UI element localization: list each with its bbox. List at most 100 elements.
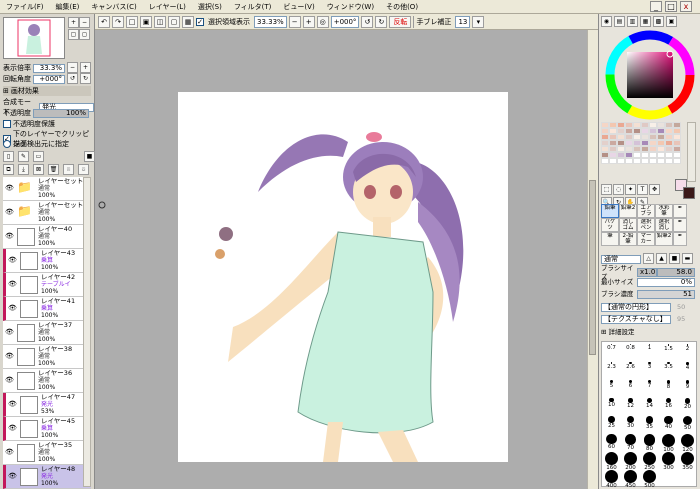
canvas-edge-handle-icon[interactable] <box>98 201 106 209</box>
shape-select[interactable]: 【通常の円形】 <box>601 303 671 312</box>
tool-button[interactable]: 選択ペン <box>637 218 655 232</box>
hsv-slider-icon[interactable]: ▥ <box>627 16 638 27</box>
visibility-eye-icon[interactable]: 👁 <box>5 208 14 217</box>
tool-button[interactable]: 2-鉛筆 <box>619 232 637 246</box>
minimize-button[interactable]: _ <box>650 1 662 12</box>
menu-item-7[interactable]: ウィンドウ(W) <box>321 0 380 14</box>
brush-size-cell[interactable]: 2.3 <box>602 362 621 370</box>
navigator-preview[interactable] <box>3 17 65 59</box>
color-swatch[interactable] <box>649 158 657 164</box>
tool-button[interactable]: バケツ <box>601 218 619 232</box>
nav-rotate-right-icon[interactable]: ↻ <box>80 73 91 84</box>
brush-size-cell[interactable]: 9 <box>678 380 697 390</box>
brush-size-cell[interactable]: 120 <box>678 434 697 453</box>
brush-size-cell[interactable]: 400 <box>602 470 621 489</box>
brush-size-cell[interactable]: 20 <box>678 398 697 410</box>
swatch-icon[interactable]: ▩ <box>653 16 664 27</box>
layer-row[interactable]: 👁 レイヤー41 乗算 100% <box>3 297 91 321</box>
tool-button[interactable]: エアブラシ <box>637 204 655 218</box>
detail-row[interactable]: ⊞ 詳細設定 <box>601 328 697 337</box>
tool-button[interactable]: 鉛筆2 <box>619 204 637 218</box>
merge-down-icon[interactable]: ⤓ <box>18 164 29 175</box>
visibility-eye-icon[interactable]: 👁 <box>5 352 14 361</box>
tool-button[interactable]: 消しゴム <box>619 218 637 232</box>
nav-fit-icon[interactable]: ▢ <box>68 29 79 40</box>
undo-icon[interactable]: ↶ <box>98 15 110 28</box>
texture-select[interactable]: 【テクスチャなし】 <box>601 315 671 324</box>
new-linework-icon[interactable]: ✎ <box>18 151 29 162</box>
color-swatch[interactable] <box>609 158 617 164</box>
color-swatch[interactable] <box>617 158 625 164</box>
tool-button[interactable]: 筆 <box>601 232 619 246</box>
brush-size-cell[interactable]: 160 <box>602 452 621 471</box>
brush-size-cell[interactable]: 100 <box>659 434 678 453</box>
brush-size-cell[interactable]: 10 <box>602 398 621 408</box>
brush-size-cell[interactable]: 1 <box>640 344 659 351</box>
brush-size-cell[interactable]: 7 <box>640 380 659 389</box>
color-swatch[interactable] <box>633 158 641 164</box>
brush-size-cell[interactable]: 80 <box>640 434 659 452</box>
brush-size-cell[interactable]: 450 <box>621 470 640 489</box>
color-swatch[interactable] <box>673 158 681 164</box>
color-wheel-mode-icon[interactable]: ◉ <box>601 16 612 27</box>
menu-item-8[interactable]: その他(O) <box>380 0 424 14</box>
layer-row[interactable]: 👁 レイヤー42 テーブルイ 100% <box>3 273 91 297</box>
copy-layer-icon[interactable]: ⧉ <box>3 164 14 175</box>
paste-layer-icon[interactable]: ⧇ <box>78 164 89 175</box>
nav-zoom-out-icon[interactable]: − <box>79 17 90 28</box>
lock-layer-icon[interactable]: ⧈ <box>63 164 74 175</box>
visibility-eye-icon[interactable]: 👁 <box>5 328 14 337</box>
brush-size-cell[interactable]: 8 <box>659 380 678 390</box>
rotate-left-icon[interactable]: ↺ <box>361 15 374 28</box>
visibility-eye-icon[interactable]: 👁 <box>8 424 17 433</box>
brush-size-cell[interactable]: 70 <box>621 434 640 451</box>
menu-item-4[interactable]: 選択(S) <box>192 0 228 14</box>
lasso-tool-icon[interactable]: ◌ <box>613 184 624 195</box>
brush-size-cell[interactable]: 16 <box>659 398 678 409</box>
brush-size-cell[interactable]: 35 <box>640 416 659 430</box>
tool-button[interactable]: 水彩筆 <box>655 204 673 218</box>
visibility-eye-icon[interactable]: 👁 <box>8 304 17 313</box>
visibility-eye-icon[interactable]: 👁 <box>8 400 17 409</box>
layer-row[interactable]: 👁 レイヤー43 乗算 100% <box>3 249 91 273</box>
nav-zoom-field[interactable]: 33.3% <box>33 63 65 73</box>
brush-size-cell[interactable]: 0.7 <box>602 344 621 351</box>
mixer-icon[interactable]: ▦ <box>640 16 651 27</box>
new-folder-icon[interactable]: ▭ <box>33 151 44 162</box>
text-tool-icon[interactable]: T <box>637 184 648 195</box>
layer-row[interactable]: 👁 レイヤー47 発光 53% <box>3 393 91 417</box>
brush-size-cell[interactable]: 200 <box>621 452 640 471</box>
brush-size-cell[interactable]: 25 <box>602 416 621 429</box>
source-row[interactable]: 描画検出元に指定 <box>3 139 69 149</box>
menu-item-1[interactable]: 編集(E) <box>50 0 86 14</box>
new-canvas-icon[interactable]: ▢ <box>168 15 180 28</box>
tool-extra-icon[interactable]: ✒ <box>673 232 687 246</box>
visibility-eye-icon[interactable]: 👁 <box>8 472 17 481</box>
merge-selection-icon[interactable]: ⊠ <box>33 164 44 175</box>
restore-button[interactable]: □ <box>665 1 677 12</box>
brush-size-cell[interactable]: 50 <box>678 416 697 431</box>
delete-layer-icon[interactable]: 🗑 <box>48 164 59 175</box>
nav-rotate-left-icon[interactable]: ↺ <box>67 73 78 84</box>
invert-selection-icon[interactable]: ◫ <box>154 15 166 28</box>
nav-angle-field[interactable]: +000° <box>33 74 65 84</box>
brush-size-cell[interactable]: 6 <box>621 380 640 389</box>
color-swatch[interactable] <box>641 158 649 164</box>
brush-size-cell[interactable]: 0.8 <box>621 344 640 351</box>
rotate-right-icon[interactable]: ↻ <box>375 15 388 28</box>
brush-size-cell[interactable]: 2 <box>678 344 697 352</box>
new-layer-icon[interactable]: ▯ <box>3 151 14 162</box>
visibility-eye-icon[interactable]: 👁 <box>8 280 17 289</box>
move-tool-icon[interactable]: ✥ <box>649 184 660 195</box>
color-wheel[interactable] <box>605 30 695 120</box>
brush-size-cell[interactable]: 250 <box>640 452 659 471</box>
visibility-eye-icon[interactable]: 👁 <box>5 232 14 241</box>
brush-size-cell[interactable]: 2.6 <box>621 362 640 370</box>
brush-size-cell[interactable]: 30 <box>621 416 640 429</box>
effects-header[interactable]: ⊞ 画材効果 <box>3 86 91 96</box>
scratchpad-icon[interactable]: ▣ <box>666 16 677 27</box>
menu-item-5[interactable]: フィルタ(T) <box>228 0 278 14</box>
layer-row[interactable]: 👁 レイヤー40 通常 100% <box>3 225 91 249</box>
brush-mode-select[interactable]: 通常 <box>601 254 641 264</box>
shape-soft-icon[interactable]: ▬ <box>682 253 693 264</box>
